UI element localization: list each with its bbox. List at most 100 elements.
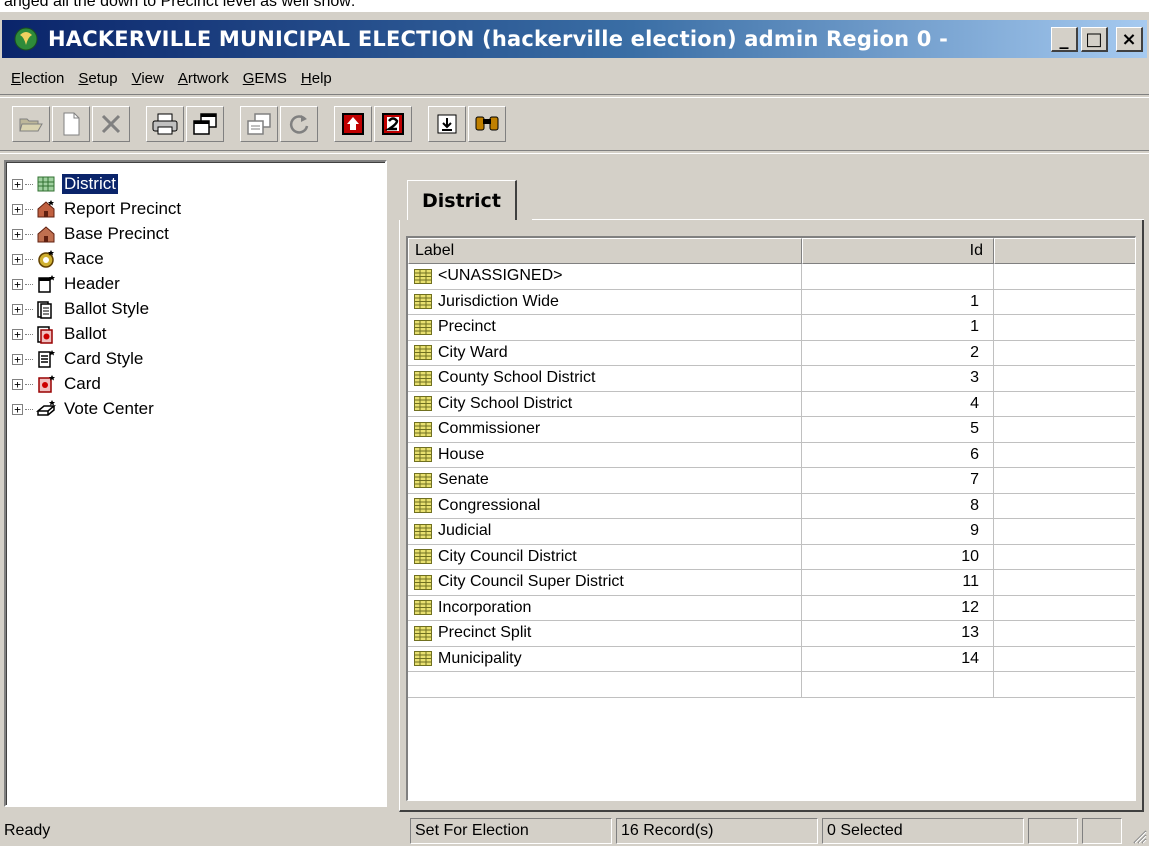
- number-two-icon: [382, 113, 404, 135]
- expand-toggle[interactable]: +: [12, 253, 23, 265]
- district-row-icon: [414, 268, 432, 284]
- expand-toggle[interactable]: +: [12, 203, 23, 215]
- maximize-button[interactable]: □: [1081, 27, 1108, 52]
- tree-item-label: Card Style: [64, 349, 144, 368]
- title-bar[interactable]: HACKERVILLE MUNICIPAL ELECTION (hackervi…: [2, 20, 1147, 58]
- menu-election[interactable]: Election: [4, 70, 71, 87]
- menu-artwork[interactable]: Artwork: [171, 70, 236, 87]
- table-row[interactable]: Incorporation 12: [408, 595, 1135, 621]
- table-row[interactable]: Municipality 14: [408, 646, 1135, 672]
- row-label-text: Precinct Split: [438, 624, 532, 642]
- expand-toggle[interactable]: +: [12, 303, 23, 315]
- cell-id: 8: [802, 493, 994, 519]
- tree-item-label: Ballot: [64, 324, 107, 343]
- district-row-icon: [414, 574, 432, 590]
- print-icon: [152, 113, 178, 135]
- menubar-divider: [0, 94, 1149, 98]
- table-row[interactable]: City Council District 10: [408, 544, 1135, 570]
- tree-item-district[interactable]: + District: [12, 172, 119, 196]
- district-row-icon: [414, 600, 432, 616]
- export-icon: [437, 114, 457, 134]
- cell-id: 10: [802, 544, 994, 570]
- tree-item-base-precinct[interactable]: + Base Precinct: [12, 222, 171, 246]
- tree-item-vote-center[interactable]: + Vote Center: [12, 397, 156, 421]
- expand-toggle[interactable]: +: [12, 378, 23, 390]
- table-row[interactable]: City Ward 2: [408, 340, 1135, 366]
- cell-label: Congressional: [408, 493, 802, 519]
- cell-label: Incorporation: [408, 595, 802, 621]
- cell-empty: [994, 468, 1135, 494]
- cell-label: County School District: [408, 366, 802, 392]
- expand-toggle[interactable]: +: [12, 178, 23, 190]
- tree-item-label: Report Precinct: [64, 199, 182, 218]
- row-label-text: City Ward: [438, 343, 508, 361]
- menu-view[interactable]: View: [125, 70, 171, 87]
- stop-button[interactable]: [334, 106, 372, 142]
- menu-bar: Election Setup View Artwork GEMS Help: [4, 64, 339, 92]
- table-row[interactable]: House 6: [408, 442, 1135, 468]
- cascade-button[interactable]: [186, 106, 224, 142]
- cell-empty: [994, 341, 1135, 366]
- district-row-icon: [414, 472, 432, 488]
- tree-item-report-precinct[interactable]: + Report Precinct: [12, 197, 183, 221]
- navigation-tree[interactable]: + District + Report Precinct + Base Prec…: [4, 160, 387, 807]
- export-button[interactable]: [428, 106, 466, 142]
- row-label-text: County School District: [438, 369, 596, 387]
- app-logo-icon: [14, 27, 38, 51]
- expand-toggle[interactable]: +: [12, 228, 23, 240]
- tree-item-ballot-style[interactable]: + Ballot Style: [12, 297, 151, 321]
- find-button[interactable]: [468, 106, 506, 142]
- district-table[interactable]: Label Id <UNASSIGNED> Jurisdiction Wide 1 P…: [406, 236, 1136, 801]
- table-row[interactable]: Commissioner 5: [408, 417, 1135, 443]
- tree-item-card-style[interactable]: + Card Style: [12, 347, 145, 371]
- tree-item-ballot[interactable]: + Ballot: [12, 322, 109, 346]
- copy-window-button[interactable]: [240, 106, 278, 142]
- cell-id: 13: [802, 621, 994, 647]
- table-row[interactable]: City School District 4: [408, 391, 1135, 417]
- cascade-icon: [193, 113, 217, 135]
- table-row[interactable]: Precinct 1: [408, 315, 1135, 341]
- tab-district[interactable]: District: [407, 180, 517, 220]
- print-button[interactable]: [146, 106, 184, 142]
- refresh-button[interactable]: [280, 106, 318, 142]
- row-label-text: City Council District: [438, 547, 577, 565]
- cell-empty: [994, 264, 1135, 290]
- menu-gems[interactable]: GEMS: [236, 70, 294, 87]
- menu-help[interactable]: Help: [294, 70, 339, 87]
- status-selected-count: 0 Selected: [822, 818, 1024, 844]
- expand-toggle[interactable]: +: [12, 353, 23, 365]
- column-header-id[interactable]: Id: [802, 238, 994, 264]
- resize-grip-icon[interactable]: [1129, 826, 1147, 844]
- tree-item-card[interactable]: + Card: [12, 372, 103, 396]
- table-row[interactable]: City Council Super District 11: [408, 570, 1135, 596]
- refresh-icon: [289, 115, 309, 134]
- delete-icon: [101, 114, 121, 134]
- table-row[interactable]: Congressional 8: [408, 493, 1135, 519]
- cell-empty: [994, 443, 1135, 468]
- district-row-icon: [414, 396, 432, 412]
- minimize-button[interactable]: _: [1051, 27, 1078, 52]
- status-mode: Set For Election: [410, 818, 612, 844]
- cell-label: House: [408, 442, 802, 468]
- expand-toggle[interactable]: +: [12, 328, 23, 340]
- new-button[interactable]: [52, 106, 90, 142]
- tree-item-header[interactable]: + Header: [12, 272, 122, 296]
- cell-label: Senate: [408, 468, 802, 494]
- table-row[interactable]: <UNASSIGNED>: [408, 264, 1135, 290]
- number-two-button[interactable]: [374, 106, 412, 142]
- column-header-label[interactable]: Label: [408, 238, 802, 264]
- table-row[interactable]: Precinct Split 13: [408, 621, 1135, 647]
- menu-setup[interactable]: Setup: [71, 70, 124, 87]
- tree-item-race[interactable]: + Race: [12, 247, 106, 271]
- delete-button[interactable]: [92, 106, 130, 142]
- table-row[interactable]: Senate 7: [408, 468, 1135, 494]
- open-button[interactable]: [12, 106, 50, 142]
- expand-toggle[interactable]: +: [12, 278, 23, 290]
- close-button[interactable]: ×: [1116, 27, 1143, 52]
- header-icon: [36, 274, 56, 294]
- table-row[interactable]: County School District 3: [408, 366, 1135, 392]
- table-row[interactable]: Judicial 9: [408, 519, 1135, 545]
- table-row[interactable]: Jurisdiction Wide 1: [408, 289, 1135, 315]
- expand-toggle[interactable]: +: [12, 403, 23, 415]
- application-window: HACKERVILLE MUNICIPAL ELECTION (hackervi…: [0, 12, 1149, 846]
